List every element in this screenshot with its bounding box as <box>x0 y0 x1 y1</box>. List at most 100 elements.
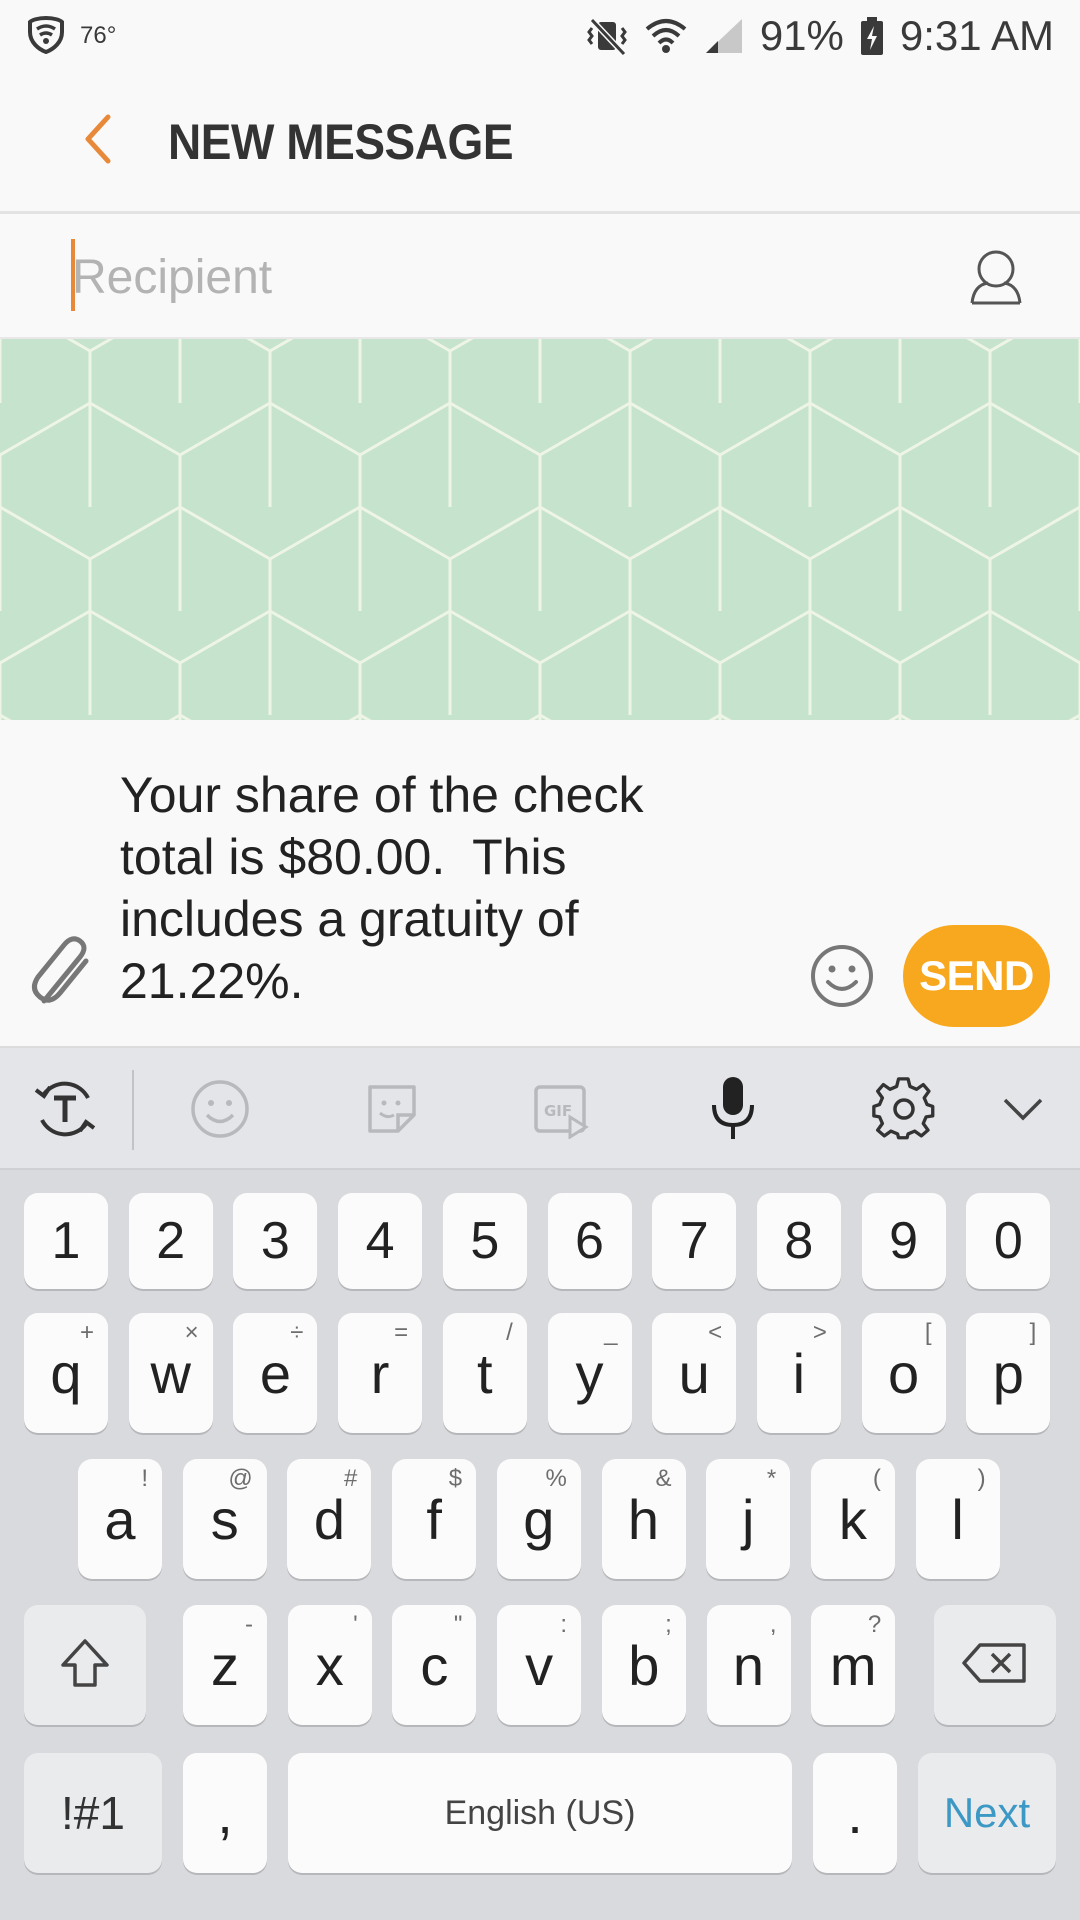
key-4[interactable]: 4 <box>338 1193 423 1289</box>
key-label: e <box>259 1341 291 1405</box>
key-label: u <box>678 1341 710 1405</box>
key-0[interactable]: 0 <box>966 1193 1051 1289</box>
key-g[interactable]: g% <box>496 1459 581 1579</box>
key-b[interactable]: b; <box>601 1605 686 1725</box>
key-l[interactable]: l) <box>915 1459 1000 1579</box>
key-label: a <box>104 1487 136 1551</box>
key-k[interactable]: k( <box>810 1459 895 1579</box>
key-label: c <box>420 1633 449 1697</box>
shift-key[interactable] <box>24 1605 146 1725</box>
next-key[interactable]: Next <box>918 1753 1056 1873</box>
key-a[interactable]: a! <box>78 1459 162 1579</box>
send-button[interactable]: SEND <box>903 925 1050 1027</box>
recipient-input[interactable] <box>72 237 892 317</box>
key-u[interactable]: u < <box>652 1313 737 1433</box>
backspace-key[interactable] <box>934 1605 1056 1725</box>
key-alt-label: * <box>766 1465 777 1492</box>
key-label: l <box>951 1487 964 1551</box>
key-label: k <box>838 1487 867 1551</box>
attach-button[interactable] <box>30 935 102 1015</box>
key-label: Next <box>943 1789 1031 1836</box>
key-label: 5 <box>470 1212 500 1270</box>
key-alt-label: < <box>708 1319 723 1346</box>
voice-input-button[interactable] <box>698 1076 768 1144</box>
emoji-panel-button[interactable] <box>185 1078 255 1144</box>
keyboard-settings-button[interactable] <box>869 1076 939 1147</box>
space-key[interactable]: English (US) <box>288 1753 792 1873</box>
key-label: n <box>732 1633 765 1697</box>
key-alt-label: [ <box>924 1319 932 1346</box>
comma-key[interactable]: , <box>183 1753 267 1873</box>
key-c[interactable]: c " <box>392 1605 477 1725</box>
key-d[interactable]: d # <box>287 1459 372 1579</box>
contact-person-icon <box>964 250 1028 313</box>
key-i[interactable]: i > <box>756 1313 841 1433</box>
compose-area: Your share of the check total is $80.00.… <box>0 720 1080 1048</box>
key-alt-label: > <box>812 1319 827 1346</box>
settings-gear-icon <box>871 1076 937 1147</box>
key-5[interactable]: 5 <box>442 1193 527 1289</box>
key-7[interactable]: 7 <box>652 1193 737 1289</box>
key-alt-label: ; <box>665 1611 672 1638</box>
key-p[interactable]: p] <box>966 1313 1051 1433</box>
key-label: d <box>313 1487 345 1551</box>
sticker-icon <box>362 1079 422 1144</box>
key-x[interactable]: x ' <box>287 1605 372 1725</box>
recipient-row <box>0 217 1080 337</box>
key-3[interactable]: 3 <box>233 1193 318 1289</box>
contact-picker-button[interactable] <box>964 245 1028 309</box>
key-h[interactable]: h & <box>601 1459 686 1579</box>
key-n[interactable]: n, <box>706 1605 791 1725</box>
key-v[interactable]: v: <box>497 1605 582 1725</box>
key-label: t <box>477 1341 493 1405</box>
svg-text:GIF: GIF <box>544 1102 572 1120</box>
key-f[interactable]: f $ <box>392 1459 477 1579</box>
key-label: v <box>525 1633 554 1697</box>
smiley-icon <box>808 945 876 1014</box>
text-mode-button[interactable] <box>30 1078 100 1144</box>
key-2[interactable]: 2 <box>128 1193 213 1289</box>
period-key[interactable]: . <box>813 1753 897 1873</box>
key-w[interactable]: w × <box>128 1313 213 1433</box>
paperclip-icon <box>30 936 102 1019</box>
key-label: 1 <box>51 1212 81 1270</box>
key-alt-label: @ <box>228 1465 253 1492</box>
chevron-down-icon <box>1001 1094 1045 1129</box>
key-8[interactable]: 8 <box>756 1193 841 1289</box>
key-z[interactable]: z- <box>183 1605 267 1725</box>
key-o[interactable]: o[ <box>861 1313 946 1433</box>
battery-percent: 91% <box>759 12 844 59</box>
keyboard: GIF 1 2 3 4 5 6 7 8 9 0 q + w × e ÷ r = t / y _ u < i > o[p] a! s @ d #… <box>0 1048 1080 1920</box>
key-1[interactable]: 1 <box>24 1193 108 1289</box>
collapse-toolbar-button[interactable] <box>988 1078 1058 1144</box>
key-j[interactable]: j * <box>706 1459 791 1579</box>
message-input[interactable]: Your share of the check total is $80.00.… <box>120 764 720 1012</box>
key-label: z <box>211 1633 239 1697</box>
key-label: 2 <box>156 1212 186 1270</box>
key-label: y <box>575 1341 604 1405</box>
key-9[interactable]: 9 <box>861 1193 946 1289</box>
key-alt-label: ÷ <box>290 1319 304 1346</box>
key-alt-label: - <box>245 1611 253 1638</box>
key-label: w <box>150 1341 191 1405</box>
emoji-button[interactable] <box>808 942 876 1010</box>
symbols-key[interactable]: !#1 <box>24 1753 162 1873</box>
key-e[interactable]: e ÷ <box>233 1313 318 1433</box>
key-s[interactable]: s @ <box>182 1459 267 1579</box>
back-button[interactable] <box>48 92 148 192</box>
key-label: s <box>210 1487 239 1551</box>
key-m[interactable]: m? <box>811 1605 896 1725</box>
gif-button[interactable]: GIF <box>527 1078 597 1144</box>
key-label: r <box>370 1341 390 1405</box>
key-label: i <box>792 1341 806 1405</box>
key-alt-label: ' <box>353 1611 358 1638</box>
key-t[interactable]: t / <box>442 1313 527 1433</box>
sticker-button[interactable] <box>357 1078 427 1144</box>
key-r[interactable]: r = <box>338 1313 423 1433</box>
key-6[interactable]: 6 <box>547 1193 632 1289</box>
key-q[interactable]: q + <box>24 1313 108 1433</box>
temperature-text: 76° <box>80 22 117 49</box>
key-y[interactable]: y _ <box>547 1313 632 1433</box>
key-label: f <box>426 1487 442 1551</box>
key-label: 0 <box>993 1212 1023 1270</box>
